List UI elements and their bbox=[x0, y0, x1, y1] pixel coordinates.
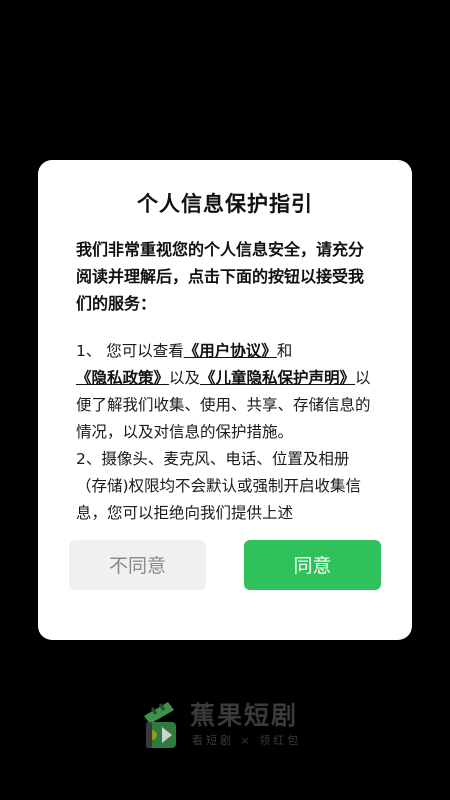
brand-name: 蕉果短剧 bbox=[190, 701, 299, 730]
user-agreement-link[interactable]: 《用户协议》 bbox=[184, 342, 277, 360]
p1-also: 以及 bbox=[169, 369, 201, 387]
policy-paragraph-1: 1、 您可以查看《用户协议》和《隐私政策》以及《儿童隐私保护声明》以便了解我们收… bbox=[76, 338, 378, 446]
screen: 个人信息保护指引 我们非常重视您的个人信息安全，请充分阅读并理解后，点击下面的按… bbox=[0, 0, 450, 800]
privacy-dialog: 个人信息保护指引 我们非常重视您的个人信息安全，请充分阅读并理解后，点击下面的按… bbox=[38, 160, 412, 640]
p1-prefix: 1、 您可以查看 bbox=[76, 342, 184, 360]
brand-slogan: 看短剧 × 领红包 bbox=[192, 734, 302, 747]
dialog-title: 个人信息保护指引 bbox=[137, 192, 313, 216]
disagree-button[interactable]: 不同意 bbox=[69, 540, 206, 590]
dialog-body-scroll[interactable]: 1、 您可以查看《用户协议》和《隐私政策》以及《儿童隐私保护声明》以便了解我们收… bbox=[76, 338, 378, 526]
dialog-intro: 我们非常重视您的个人信息安全，请充分阅读并理解后，点击下面的按钮以接受我们的服务… bbox=[76, 240, 365, 313]
agree-button[interactable]: 同意 bbox=[244, 540, 381, 590]
privacy-policy-link[interactable]: 《隐私政策》 bbox=[76, 369, 169, 387]
brand-footer: 蕉果短剧 看短剧 × 领红包 bbox=[138, 694, 338, 754]
child-privacy-link[interactable]: 《儿童隐私保护声明》 bbox=[200, 369, 355, 387]
policy-paragraph-2: 2、摄像头、麦克风、电话、位置及相册（存储)权限均不会默认或强制开启收集信息，您… bbox=[76, 450, 362, 522]
p1-and: 和 bbox=[276, 342, 293, 360]
film-clip-logo-icon bbox=[144, 702, 176, 748]
